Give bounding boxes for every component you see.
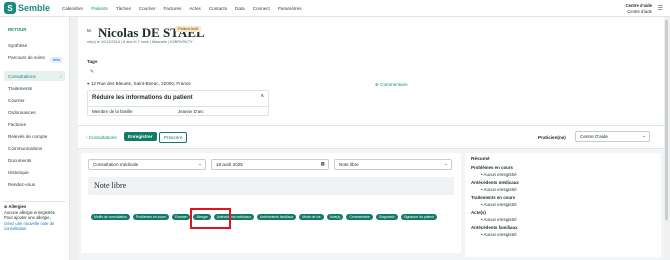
- section-chip[interactable]: Motifs de consultation: [91, 214, 130, 220]
- section-chip[interactable]: Signature du patient: [400, 214, 437, 220]
- nav-item-patients[interactable]: Patients: [87, 6, 112, 11]
- sidebar-item-label: Parcours de soins: [8, 55, 45, 60]
- summary-section-label: Antécédents médicaux: [471, 180, 519, 185]
- nav-item-courrier[interactable]: Courrier: [135, 6, 160, 11]
- consultation-toolbar: ‹ Consultations Enregistrer Prescrire Pr…: [78, 125, 664, 149]
- sidebar-item-traitements[interactable]: Traitements: [8, 86, 32, 91]
- summary-section-value: Aucun enregistré: [481, 172, 655, 177]
- chevron-down-icon: ⌄: [444, 161, 448, 166]
- nav-item-actes[interactable]: Actes: [185, 6, 205, 11]
- calendar-icon: ▦: [320, 161, 325, 166]
- family-member-row: Membre de la famille Jeanne D'arc: [88, 106, 270, 116]
- scrollbar[interactable]: [665, 20, 668, 220]
- allergy-panel: ⊘ Allergies Aucune allergie enregistrée …: [4, 201, 66, 232]
- template-select[interactable]: Note libre ⌄: [334, 159, 452, 170]
- main-content: M. Nicolas DE STAEL Patient Actif né(e) …: [78, 17, 664, 260]
- reduce-info-panel[interactable]: Réduire les informations du patient ˄ Me…: [87, 90, 270, 116]
- summary-title: Résumé: [471, 157, 490, 162]
- account-menu[interactable]: Centre d'aide Centre d'aide: [626, 3, 652, 14]
- nav-item-data[interactable]: Data: [231, 6, 249, 11]
- practitioner-label: Praticien(ne): [538, 135, 566, 140]
- note-heading[interactable]: Note libre: [88, 177, 454, 195]
- sidebar-item-courrier[interactable]: Courrier: [8, 98, 25, 103]
- family-member-value: Jeanne D'arc: [178, 109, 204, 114]
- chevron-down-icon: ⌄: [198, 161, 202, 166]
- summary-section-value: Aucun enregistré: [481, 217, 655, 222]
- tags-label: Tags: [87, 59, 98, 64]
- sidebar-item-historique[interactable]: Historique: [8, 170, 29, 175]
- section-chip[interactable]: Examen: [171, 214, 191, 220]
- section-chip[interactable]: Commentaire: [346, 214, 373, 220]
- patient-address: ⌖ 12 Rue des Bleuets, Saint-Brieuc, 2200…: [87, 81, 191, 86]
- editor-area: Consultation médicale ⌄ 18 août 2025 ▦ Not…: [78, 149, 664, 260]
- summary-panel: Résumé Problèmes en cours Aucun enregistr…: [465, 153, 661, 257]
- create-consultation-link[interactable]: créez une nouvelle note de consultation: [4, 221, 54, 232]
- summary-section-label: Acte(s): [471, 210, 486, 215]
- section-chip[interactable]: Antécédents familiaux: [257, 214, 297, 220]
- summary-section-label: Antécédents familiaux: [471, 225, 518, 230]
- semble-logo-icon: S: [4, 2, 16, 14]
- chevron-right-icon: ›: [60, 74, 62, 79]
- section-chip[interactable]: Acte(s): [326, 214, 344, 220]
- status-badge: Patient Actif: [175, 26, 202, 32]
- patient-meta: né(e) le 10/12/2016 | 8 ans et 7 mois | …: [87, 40, 193, 44]
- sidebar-item-ordonnances[interactable]: Ordonnances: [8, 110, 36, 115]
- menu-icon[interactable]: ☰: [658, 5, 663, 12]
- chevron-down-icon: ⌄: [642, 133, 646, 138]
- patient-sidebar: RETOUR Synthèse Parcours de soins bêta C…: [0, 17, 70, 260]
- reduce-info-title: Réduire les informations du patient: [92, 95, 193, 101]
- nav-item-t-ches[interactable]: Tâches: [112, 6, 135, 11]
- chevron-up-icon[interactable]: ˄: [260, 94, 264, 100]
- sidebar-item-synthese[interactable]: Synthèse: [8, 43, 27, 48]
- sidebar-item-rendez-vous[interactable]: Rendez-vous: [8, 182, 35, 187]
- comment-link[interactable]: ⊕ Commentaire: [375, 82, 408, 88]
- sidebar-item-consultations[interactable]: Consultations: [8, 74, 36, 79]
- highlight-box: [190, 208, 231, 229]
- account-line1: Centre d'aide: [625, 3, 652, 8]
- patient-title: M.: [87, 28, 92, 33]
- edit-pencil-icon[interactable]: ✎: [90, 69, 94, 75]
- summary-section-value: Aucun enregistré: [481, 187, 655, 192]
- main-nav: Calendrier Patients Tâches Courrier Factures…: [58, 6, 306, 11]
- sidebar-item-parcours[interactable]: Parcours de soins: [8, 55, 48, 61]
- account-line2: Centre d'aide: [627, 8, 652, 14]
- summary-section-label: Traitements en cours: [471, 195, 516, 200]
- prescribe-button[interactable]: Prescrire: [159, 132, 188, 143]
- summary-section-value: Aucun enregistré: [481, 202, 655, 207]
- consultations-back-link[interactable]: ‹ Consultations: [86, 135, 117, 140]
- note-editor: Consultation médicale ⌄ 18 août 2025 ▦ Not…: [81, 153, 461, 253]
- section-chip[interactable]: Mode de vie: [299, 214, 324, 220]
- summary-section-label: Problèmes en cours: [471, 165, 513, 170]
- nav-item-contacts[interactable]: Contacts: [205, 6, 231, 11]
- date-field[interactable]: 18 août 2025 ▦: [211, 159, 329, 170]
- sidebar-item-communications[interactable]: Communications: [8, 146, 42, 151]
- semble-logo[interactable]: S Semble: [4, 2, 58, 14]
- nav-item-param-tres[interactable]: Paramètres: [274, 6, 306, 11]
- nav-item-calendrier[interactable]: Calendrier: [58, 6, 87, 11]
- app-name: Semble: [18, 3, 51, 13]
- sidebar-item-documents[interactable]: Documents: [8, 158, 31, 163]
- back-link[interactable]: RETOUR: [8, 27, 26, 32]
- save-button[interactable]: Enregistrer: [124, 132, 157, 141]
- sidebar-item-releves[interactable]: Relevés de compte: [8, 134, 47, 139]
- sidebar-item-factures[interactable]: Factures: [8, 122, 26, 127]
- beta-badge: bêta: [50, 57, 63, 63]
- section-chip[interactable]: Problèmes en cours: [132, 214, 169, 220]
- family-member-label: Membre de la famille: [92, 109, 133, 114]
- nav-item-factures[interactable]: Factures: [159, 6, 185, 11]
- practitioner-select[interactable]: Centre D'aide ⌄: [575, 131, 650, 142]
- nav-item-connect[interactable]: Connect: [249, 6, 274, 11]
- top-bar: S Semble Calendrier Patients Tâches Courrie…: [0, 0, 670, 17]
- section-chips: Motifs de consultation Problèmes en cours…: [91, 214, 451, 220]
- consultation-type-select[interactable]: Consultation médicale ⌄: [88, 159, 206, 170]
- section-chip[interactable]: Diagnostic: [375, 214, 398, 220]
- summary-section-value: Aucun enregistré: [481, 232, 655, 237]
